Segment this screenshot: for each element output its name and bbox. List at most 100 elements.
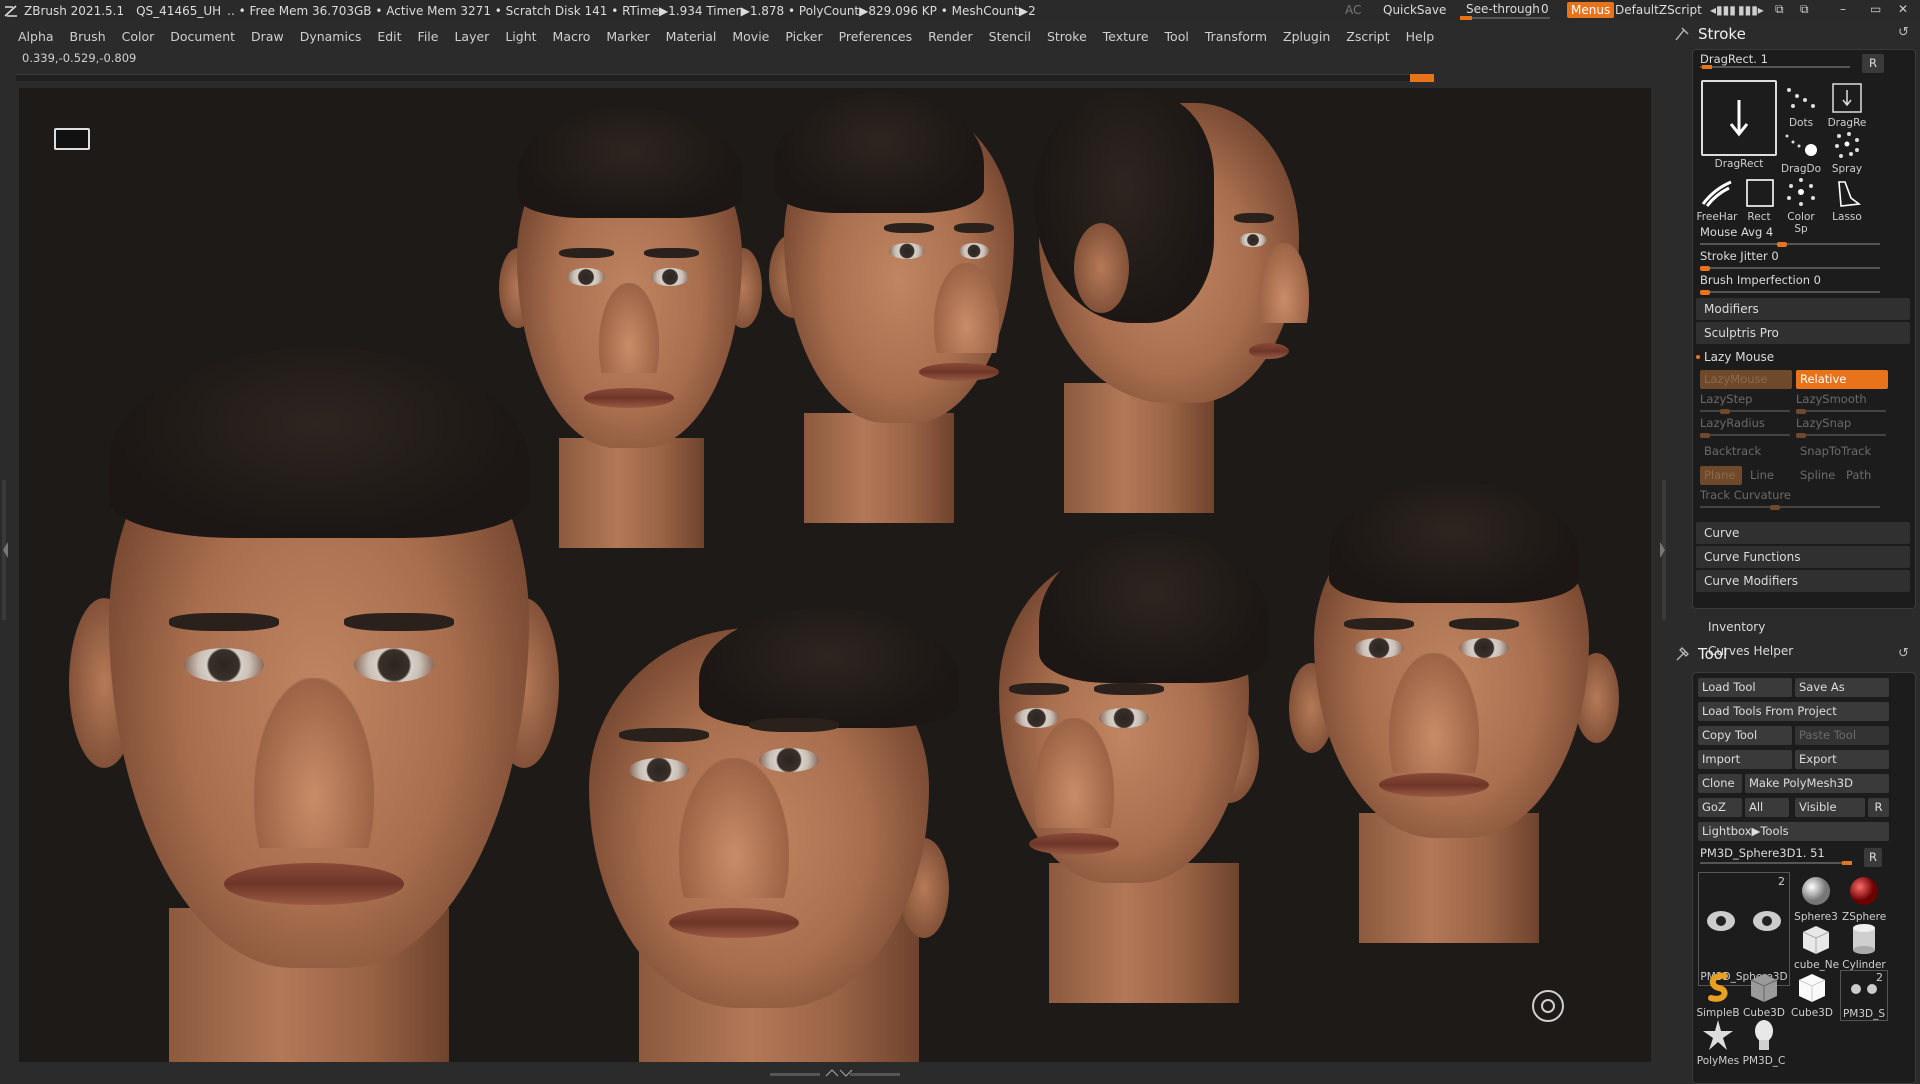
menu-document[interactable]: Document [170, 29, 235, 44]
navigation-gizmo-icon[interactable] [1532, 990, 1564, 1022]
tool-thumb-pm3d-c[interactable]: PM3D_C [1742, 1018, 1786, 1067]
menu-stroke[interactable]: Stroke [1047, 29, 1087, 44]
stroke-thumb-dragrect[interactable]: DragRect [1700, 80, 1778, 190]
menu-tool[interactable]: Tool [1165, 29, 1189, 44]
inventory-palette[interactable]: Inventory [1700, 616, 1914, 638]
zscript-button[interactable]: DefaultZScript [1615, 3, 1702, 17]
menu-zplugin[interactable]: Zplugin [1283, 29, 1330, 44]
menu-material[interactable]: Material [666, 29, 717, 44]
layout2-icon[interactable]: ▮▮▮▸ [1738, 3, 1764, 17]
stroke-jitter-slider[interactable]: Stroke Jitter 0 [1700, 249, 1880, 271]
stroke-thumb-freehand[interactable]: FreeHar [1696, 178, 1738, 223]
track-curvature-slider[interactable]: Track Curvature [1700, 488, 1880, 510]
close-icon[interactable]: ✕ [1898, 2, 1908, 16]
paste-tool-button[interactable]: Paste Tool [1795, 726, 1889, 745]
see-through-slider[interactable] [1460, 17, 1550, 19]
tool-thumb-sphere3d[interactable]: Sphere3 [1794, 874, 1838, 923]
left-tray-handle-icon[interactable] [0, 480, 10, 620]
menu-stencil[interactable]: Stencil [989, 29, 1031, 44]
tool-thumb-cylinder[interactable]: Cylinder [1842, 922, 1886, 971]
minimize-icon[interactable]: – [1840, 2, 1846, 16]
tool-reset-icon[interactable]: ↺ [1898, 646, 1909, 661]
stroke-thumb-dots[interactable]: Dots [1780, 82, 1822, 129]
menu-file[interactable]: File [418, 29, 439, 44]
menu-movie[interactable]: Movie [732, 29, 769, 44]
snaptotrack-button[interactable]: SnapToTrack [1796, 442, 1888, 461]
load-tools-from-project-button[interactable]: Load Tools From Project [1698, 702, 1889, 721]
backtrack-button[interactable]: Backtrack [1700, 442, 1792, 461]
right-tray-handle-icon[interactable] [1658, 480, 1668, 620]
see-through-label[interactable]: See-through [1466, 2, 1540, 16]
menu-help[interactable]: Help [1406, 29, 1435, 44]
curve-functions-subpalette[interactable]: Curve Functions [1696, 546, 1910, 568]
spline-button[interactable]: Spline [1796, 466, 1838, 485]
lazysnap-slider[interactable]: LazySnap [1796, 416, 1886, 438]
document-canvas[interactable] [19, 88, 1651, 1062]
tool-palette-icon[interactable] [1674, 646, 1690, 662]
tool-thumb-zsphere[interactable]: ZSphere [1842, 874, 1886, 923]
bottom-tray-handle-icon[interactable] [770, 1068, 900, 1078]
menus-toggle[interactable]: Menus [1567, 2, 1615, 18]
menu-layer[interactable]: Layer [454, 29, 489, 44]
menu-render[interactable]: Render [928, 29, 973, 44]
quicksave-button[interactable]: QuickSave [1383, 3, 1446, 17]
goz-r-button[interactable]: R [1868, 798, 1889, 817]
tool-r-button[interactable]: R [1864, 848, 1882, 867]
tool-thumb-simplebrush[interactable]: SimpleB [1696, 970, 1740, 1019]
tool-thumb-pm3d-s[interactable]: 2 PM3D_S [1840, 970, 1888, 1021]
tool-thumb-cube3d[interactable]: Cube3D [1742, 970, 1786, 1019]
curve-modifiers-subpalette[interactable]: Curve Modifiers [1696, 570, 1910, 592]
make-polymesh3d-button[interactable]: Make PolyMesh3D [1745, 774, 1889, 793]
menu-preferences[interactable]: Preferences [839, 29, 913, 44]
tool-thumb-cube3d-white[interactable]: Cube3D [1790, 970, 1834, 1019]
plane-button[interactable]: Plane [1700, 466, 1742, 485]
stroke-r-button[interactable]: R [1862, 54, 1884, 73]
lazysmooth-slider[interactable]: LazySmooth [1796, 392, 1886, 414]
export-button[interactable]: Export [1795, 750, 1889, 769]
lightbox-tools-button[interactable]: Lightbox▶Tools [1698, 822, 1889, 841]
goz-visible-button[interactable]: Visible [1795, 798, 1865, 817]
stroke-thumb-lasso[interactable]: Lasso [1826, 178, 1868, 223]
tool-thumb-pm3d-sphere[interactable]: 2 PM3D_Sphere3D [1698, 872, 1790, 986]
menu-macro[interactable]: Macro [553, 29, 591, 44]
menu-transform[interactable]: Transform [1205, 29, 1267, 44]
goz-all-button[interactable]: All [1745, 798, 1789, 817]
stroke-title[interactable]: Stroke [1698, 25, 1746, 43]
menu-picker[interactable]: Picker [785, 29, 822, 44]
window-icon[interactable]: ⧉ [1775, 2, 1784, 17]
menu-draw[interactable]: Draw [251, 29, 284, 44]
menu-color[interactable]: Color [122, 29, 155, 44]
menu-marker[interactable]: Marker [606, 29, 649, 44]
timeline-track[interactable] [16, 74, 1432, 81]
timeline-handle[interactable] [1410, 74, 1434, 82]
layout-icon[interactable]: ◂▮▮▮ [1710, 3, 1736, 17]
menu-zscript[interactable]: Zscript [1346, 29, 1389, 44]
maximize-icon[interactable]: ▭ [1870, 2, 1881, 16]
mouse-avg-slider[interactable]: Mouse Avg 4 [1700, 225, 1880, 247]
window2-icon[interactable]: ⧉ [1800, 2, 1809, 17]
lazy-mouse-subpalette[interactable]: Lazy Mouse [1696, 346, 1910, 368]
curves-helper-palette[interactable]: Curves Helper [1700, 640, 1914, 662]
stroke-palette-icon[interactable] [1674, 26, 1690, 42]
stroke-thumb-spray[interactable]: Spray [1826, 130, 1868, 175]
line-button[interactable]: Line [1746, 466, 1788, 485]
menu-brush[interactable]: Brush [70, 29, 106, 44]
see-through-knob[interactable] [1460, 16, 1472, 20]
lazystep-slider[interactable]: LazyStep [1700, 392, 1790, 414]
drag-rect-knob[interactable] [1702, 65, 1712, 69]
import-button[interactable]: Import [1698, 750, 1792, 769]
load-tool-button[interactable]: Load Tool [1698, 678, 1792, 697]
modifiers-subpalette[interactable]: Modifiers [1696, 298, 1910, 320]
current-tool-label[interactable]: PM3D_Sphere3D1. 51 [1700, 846, 1825, 860]
menu-dynamics[interactable]: Dynamics [300, 29, 362, 44]
tool-title[interactable]: Tool [1698, 645, 1727, 663]
brush-imperfection-slider[interactable]: Brush Imperfection 0 [1700, 273, 1880, 295]
curve-subpalette[interactable]: Curve [1696, 522, 1910, 544]
current-tool-slider[interactable] [1700, 862, 1852, 864]
relative-button[interactable]: Relative [1796, 370, 1888, 389]
lazymouse-button[interactable]: LazyMouse [1700, 370, 1792, 389]
tool-thumb-polymesh[interactable]: PolyMes [1696, 1018, 1740, 1067]
menu-light[interactable]: Light [505, 29, 536, 44]
stroke-thumb-rect[interactable]: Rect [1738, 178, 1780, 223]
path-button[interactable]: Path [1842, 466, 1884, 485]
